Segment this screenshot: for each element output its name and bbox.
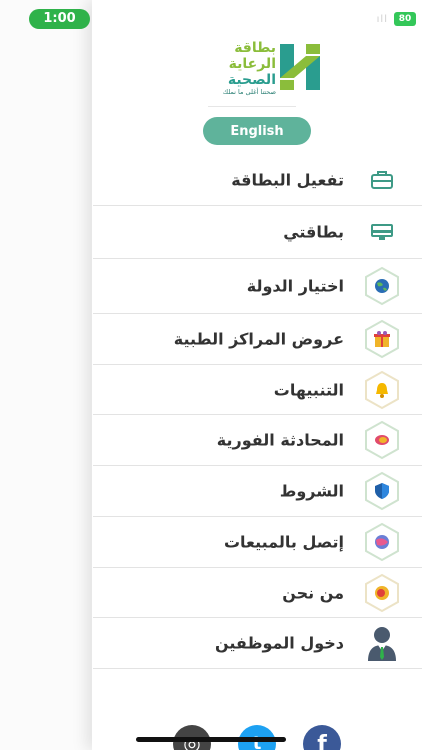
status-time: 1:00	[29, 9, 90, 29]
battery-icon: 80	[394, 12, 416, 26]
menu-item-live-chat[interactable]: المحادثة الفورية	[93, 415, 422, 466]
logo-mark-icon	[280, 44, 320, 90]
menu-item-about-us[interactable]: من نحن	[93, 568, 422, 618]
gift-icon	[362, 319, 402, 359]
logo-line-1: بطاقة	[234, 40, 276, 56]
briefcase-icon	[362, 160, 402, 200]
menu-item-label: بطاقتي	[283, 222, 344, 242]
menu-item-label: تفعيل البطاقة	[231, 170, 344, 189]
menu-item-label: إتصل بالمبيعات	[223, 532, 344, 552]
shield-icon	[362, 471, 402, 511]
employee-icon	[362, 623, 402, 663]
status-indicators: ıll 80	[377, 12, 416, 26]
menu-item-label: من نحن	[282, 583, 344, 602]
logo-line-2: الرعاية	[228, 56, 276, 72]
logo-divider	[208, 106, 296, 107]
menu-item-label: عروض المراكز الطبية	[173, 329, 344, 349]
menu-item-my-card[interactable]: بطاقتي	[93, 206, 422, 259]
menu-item-label: المحادثة الفورية	[216, 430, 344, 450]
logo-text: بطاقة الرعاية الصحية صحتنا أغلى ما نملك	[196, 40, 276, 96]
menu-item-terms[interactable]: الشروط	[93, 466, 422, 517]
info-icon	[362, 573, 402, 613]
background-strip[interactable]	[0, 0, 92, 750]
menu-item-employee-login[interactable]: دخول الموظفين	[93, 618, 422, 669]
menu-item-label: دخول الموظفين	[215, 633, 344, 653]
language-button[interactable]: English	[203, 117, 311, 145]
card-icon	[362, 212, 402, 252]
menu-item-medical-offers[interactable]: عروض المراكز الطبية	[93, 314, 422, 365]
menu-item-label: اختيار الدولة	[246, 276, 344, 296]
menu-item-notifications[interactable]: التنبيهات	[93, 365, 422, 415]
signal-icon: ıll	[376, 13, 388, 25]
app-logo: بطاقة الرعاية الصحية صحتنا أغلى ما نملك	[196, 40, 326, 96]
menu-item-label: التنبيهات	[273, 380, 344, 399]
phone-icon	[362, 522, 402, 562]
home-indicator[interactable]	[136, 737, 286, 742]
logo-line-3: الصحية	[227, 72, 276, 88]
logo-tagline: صحتنا أغلى ما نملك	[222, 88, 276, 96]
chat-icon	[362, 420, 402, 460]
menu-item-label: الشروط	[279, 481, 344, 501]
menu-item-choose-country[interactable]: اختيار الدولة	[93, 259, 422, 314]
drawer-menu: تفعيل البطاقة بطاقتي اختيار الدولة عروض …	[93, 154, 422, 669]
menu-item-activate-card[interactable]: تفعيل البطاقة	[93, 154, 422, 206]
menu-item-contact-sales[interactable]: إتصل بالمبيعات	[93, 517, 422, 568]
globe-icon	[362, 266, 402, 306]
bell-icon	[362, 370, 402, 410]
